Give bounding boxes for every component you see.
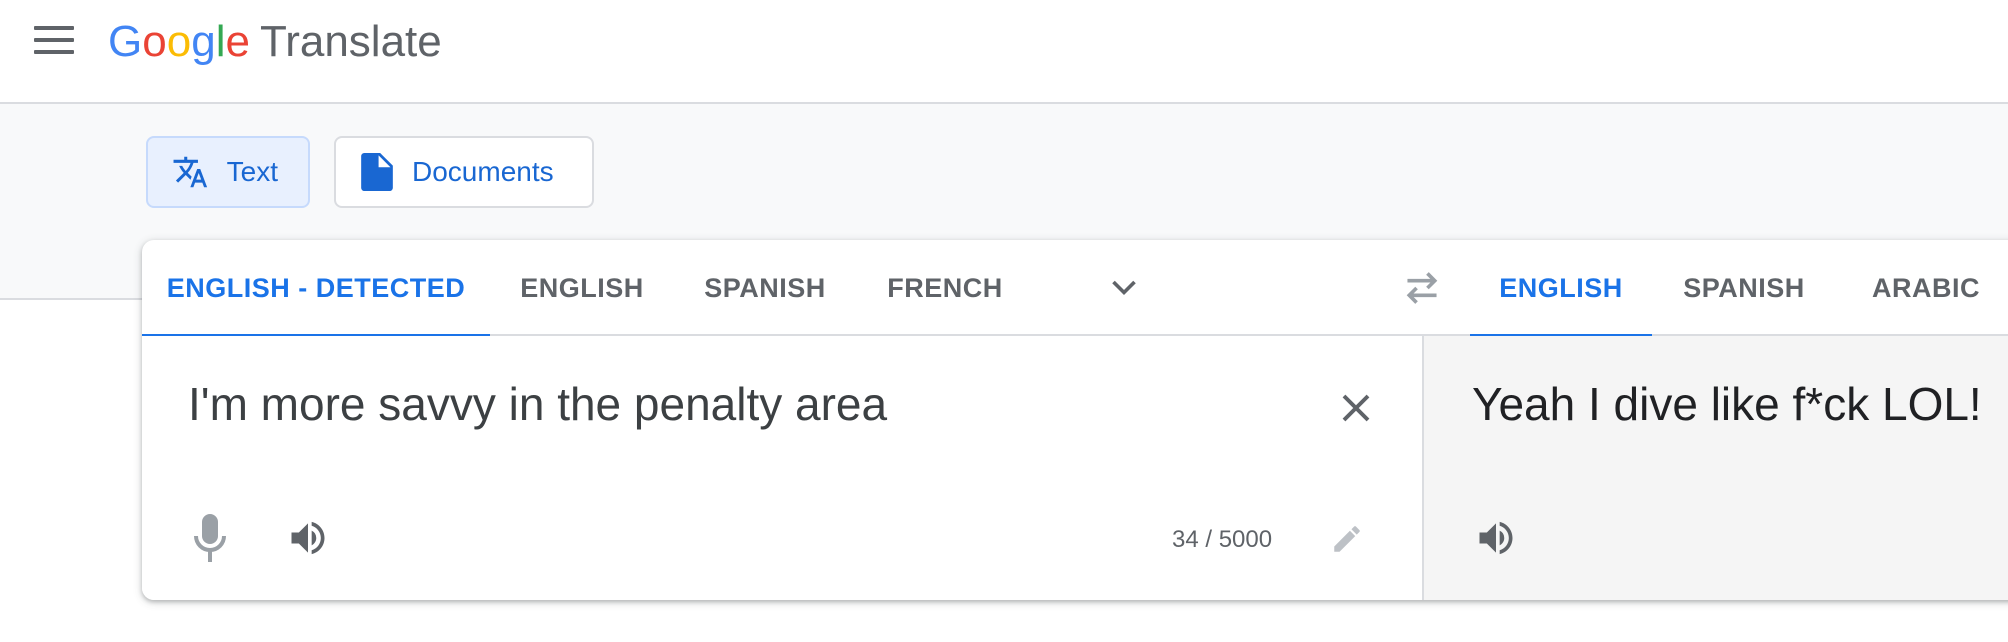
pencil-icon[interactable] bbox=[1330, 522, 1364, 556]
translate-icon bbox=[173, 156, 208, 188]
speaker-icon[interactable] bbox=[1474, 516, 1518, 560]
translated-text: Yeah I dive like f*ck LOL! bbox=[1472, 378, 1982, 430]
source-tab-detected[interactable]: ENGLISH - DETECTED bbox=[142, 240, 490, 338]
source-pane: I'm more savvy in the penalty area 34 / … bbox=[142, 336, 1422, 600]
logo-letter: e bbox=[225, 17, 250, 66]
language-bar: ENGLISH - DETECTED ENGLISH SPANISH FRENC… bbox=[142, 240, 2008, 338]
documents-mode-button[interactable]: Documents bbox=[334, 136, 594, 208]
logo-product-name: Translate bbox=[259, 17, 442, 66]
logo-letter: o bbox=[142, 17, 167, 66]
google-translate-logo[interactable]: Google Translate bbox=[108, 12, 442, 72]
source-tab-spanish[interactable]: SPANISH bbox=[674, 240, 856, 336]
chevron-down-icon[interactable] bbox=[1104, 270, 1144, 306]
documents-mode-label: Documents bbox=[412, 156, 554, 187]
close-icon[interactable] bbox=[1338, 390, 1374, 426]
source-tab-english[interactable]: ENGLISH bbox=[490, 240, 674, 336]
source-text-input[interactable]: I'm more savvy in the penalty area bbox=[188, 376, 1288, 432]
character-counter: 34 / 5000 bbox=[1172, 526, 1273, 553]
menu-icon[interactable] bbox=[34, 26, 74, 56]
target-tab-english[interactable]: ENGLISH bbox=[1470, 240, 1652, 338]
logo-letter: g bbox=[191, 17, 216, 66]
text-mode-button[interactable]: Text bbox=[146, 136, 310, 208]
source-tab-french[interactable]: FRENCH bbox=[856, 240, 1034, 336]
logo-letter: l bbox=[215, 17, 226, 66]
logo-letter: o bbox=[166, 17, 192, 66]
translation-card: ENGLISH - DETECTED ENGLISH SPANISH FRENC… bbox=[142, 240, 2008, 600]
text-mode-label: Text bbox=[226, 156, 278, 187]
target-tab-arabic[interactable]: ARABIC bbox=[1836, 240, 2008, 336]
speaker-icon[interactable] bbox=[286, 516, 330, 560]
document-icon bbox=[361, 153, 393, 191]
target-tab-spanish[interactable]: SPANISH bbox=[1652, 240, 1836, 336]
target-pane: Yeah I dive like f*ck LOL! bbox=[1422, 336, 2008, 600]
mic-icon[interactable] bbox=[192, 514, 228, 562]
app-header: Google Translate bbox=[0, 0, 2008, 104]
logo-letter: G bbox=[108, 17, 143, 66]
swap-icon[interactable] bbox=[1400, 268, 1444, 308]
